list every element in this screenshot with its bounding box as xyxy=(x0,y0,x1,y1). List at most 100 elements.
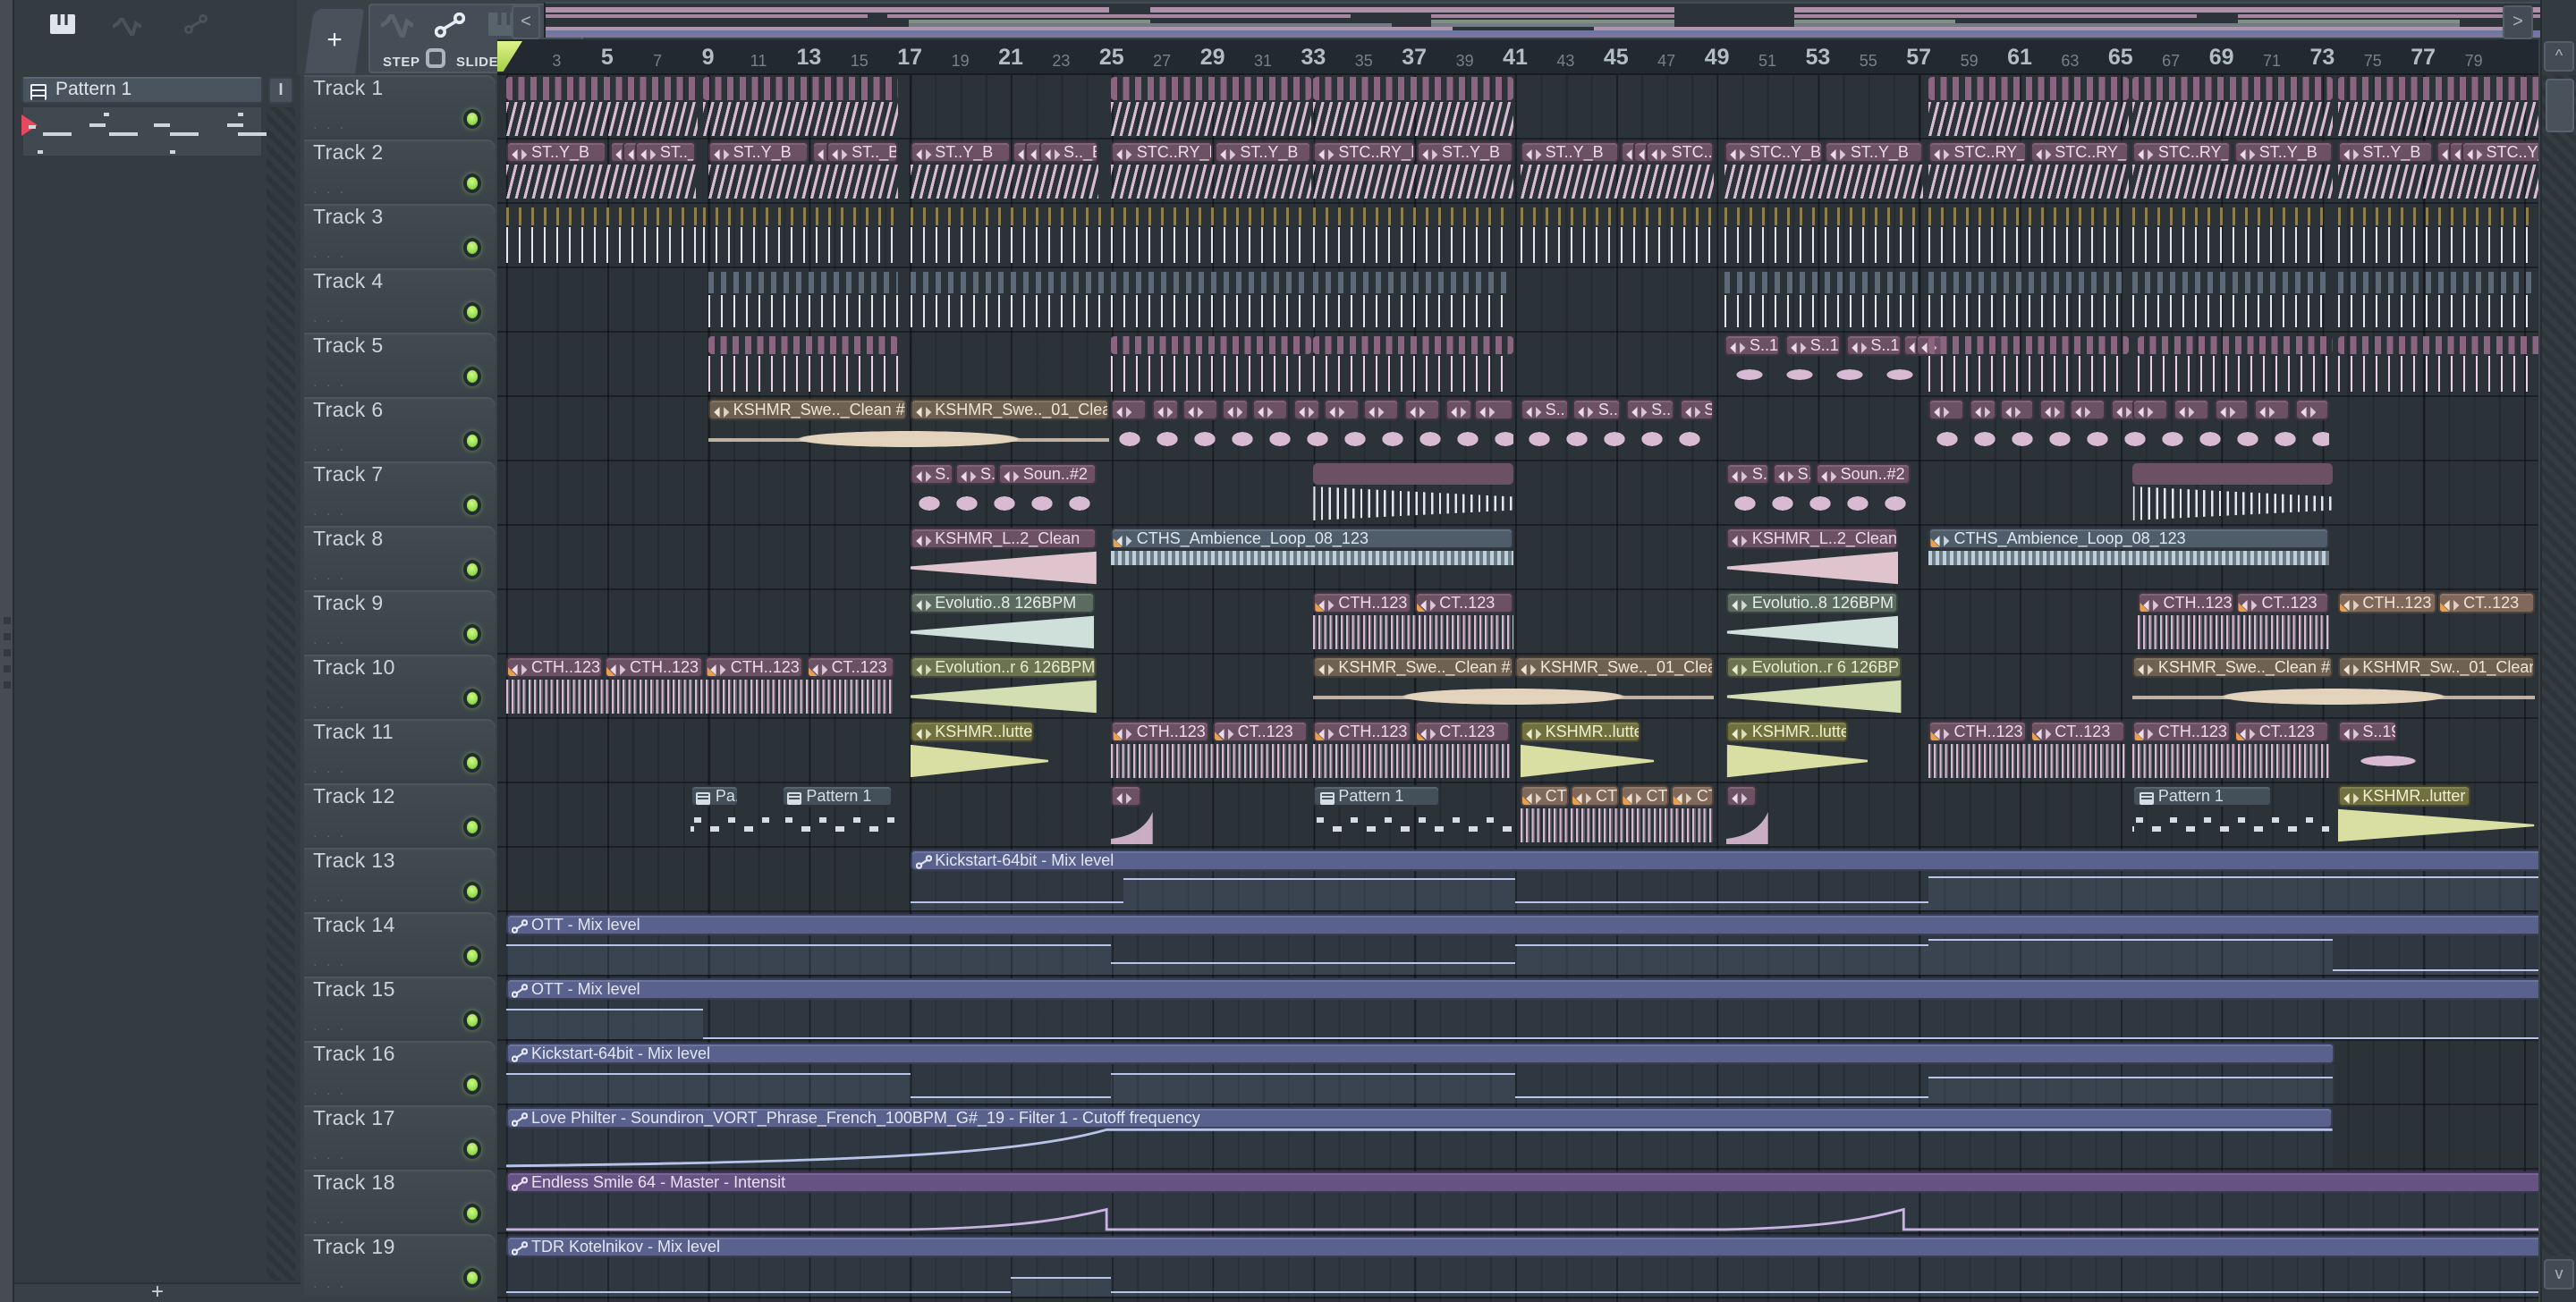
track-options-dots[interactable]: . . . xyxy=(313,438,346,454)
clip-name-bar[interactable]: S.. xyxy=(1726,463,1770,485)
clip-texture[interactable] xyxy=(910,207,1109,225)
vertical-scrollbar[interactable]: ^ v xyxy=(2540,0,2576,1302)
clip-name-bar[interactable]: STC..Y_B xyxy=(2461,141,2538,163)
tiny-audio-clip[interactable] xyxy=(2132,399,2169,420)
automation-clip-name[interactable]: TDR Kotelnikov - Mix level xyxy=(506,1235,2538,1256)
clip-name-bar[interactable]: CTH..123 xyxy=(604,656,703,678)
pattern-preview[interactable] xyxy=(21,106,267,157)
tiny-audio-clip[interactable] xyxy=(1292,399,1320,420)
tiny-audio-clip[interactable] xyxy=(1182,399,1218,420)
clip-name-bar[interactable]: CT..123 xyxy=(1414,721,1511,742)
clip-texture[interactable] xyxy=(2337,102,2538,136)
scroll-down-button[interactable]: v xyxy=(2544,1259,2574,1289)
clip-texture[interactable] xyxy=(506,77,699,100)
clip-name-bar[interactable]: CTH..123 xyxy=(1111,721,1210,742)
clip-name-bar[interactable]: KSHMR_Swe.._Clean #2 xyxy=(2132,656,2333,678)
pattern-selector[interactable]: Pattern 1 xyxy=(21,77,263,104)
pattern-clip[interactable]: Pattern 1 xyxy=(781,785,893,807)
clip-texture[interactable] xyxy=(1928,272,2129,293)
clip-texture[interactable] xyxy=(1313,77,1513,100)
track-header-track-15[interactable]: Track 15 . . . xyxy=(304,976,496,1039)
collapsed-browser-strip[interactable] xyxy=(0,0,14,1302)
clip-texture[interactable] xyxy=(1111,77,1311,100)
track-options-dots[interactable]: . . . xyxy=(313,503,346,519)
track-options-dots[interactable]: . . . xyxy=(313,181,346,197)
clip-texture[interactable] xyxy=(506,227,699,263)
clip-name-bar[interactable]: CT..123 xyxy=(2438,592,2535,613)
track-mute-led[interactable] xyxy=(463,109,481,129)
clip-name-bar[interactable]: KSHMR_Swe.._Clean #2 xyxy=(708,399,908,420)
track-mute-led[interactable] xyxy=(463,624,481,644)
clip-name-bar[interactable]: ST..Y_B xyxy=(1417,141,1513,163)
clip-texture[interactable] xyxy=(2132,102,2333,136)
clip-texture[interactable] xyxy=(1724,207,1924,225)
track-header-track-17[interactable]: Track 17 . . . xyxy=(304,1105,496,1168)
clip-name-bar[interactable]: KSHMR..lutter xyxy=(2337,785,2471,807)
clip-name-bar[interactable]: STC..RY_B xyxy=(1313,141,1415,163)
clip-texture[interactable] xyxy=(1928,336,2129,354)
clip-name-bar[interactable]: ST..Y_B xyxy=(708,141,809,163)
clip-name-bar[interactable]: CTH..123 xyxy=(1313,721,1412,742)
automation-clip-name[interactable]: Kickstart-64bit - Mix level xyxy=(910,849,2538,870)
track-options-dots[interactable]: . . . xyxy=(313,696,346,712)
tiny-audio-clip[interactable] xyxy=(1363,399,1400,420)
scroll-up-button[interactable]: ^ xyxy=(2544,41,2574,72)
tiny-audio-clip[interactable] xyxy=(1323,399,1360,420)
clip-texture[interactable] xyxy=(1111,336,1311,354)
clip-name-bar[interactable]: KSHMR_L..2_Clean xyxy=(1726,528,1899,549)
track-options-dots[interactable]: . . . xyxy=(313,631,346,647)
clip-texture[interactable] xyxy=(2337,207,2538,225)
step-toggle[interactable] xyxy=(426,48,445,68)
vertical-scroll-thumb[interactable] xyxy=(2546,79,2574,132)
automation-clip-name[interactable]: OTT - Mix level xyxy=(506,913,2538,934)
clip-texture[interactable] xyxy=(1111,356,1311,392)
clip-name-bar[interactable]: KSHMR_Swe.._01_Clea xyxy=(1515,656,1715,678)
clip-name-bar[interactable]: CT..123 xyxy=(2233,721,2330,742)
clip-texture[interactable] xyxy=(708,356,898,392)
track-mute-led[interactable] xyxy=(463,431,481,451)
track-header-track-3[interactable]: Track 3 . . . xyxy=(304,204,496,266)
clip-texture[interactable] xyxy=(1313,102,1513,136)
track-options-dots[interactable]: . . . xyxy=(313,374,346,390)
tiny-audio-clip[interactable] xyxy=(1222,399,1250,420)
tiny-audio-clip[interactable] xyxy=(2174,399,2209,420)
pattern-clip[interactable]: Pa..1 xyxy=(690,785,739,807)
track-header-track-12[interactable]: Track 12 . . . xyxy=(304,783,496,846)
automation-clip-name[interactable]: Endless Smile 64 - Master - Intensit xyxy=(506,1171,2538,1192)
clip-name-bar[interactable]: CTHS_Ambience_Loop_08_123 xyxy=(1111,528,1513,549)
arrangement-overview-scrollbar[interactable] xyxy=(544,2,2562,38)
clip-name-bar[interactable]: S..19 xyxy=(2337,721,2398,742)
track-mute-led[interactable] xyxy=(463,173,481,193)
clip-name-bar[interactable]: STC..Y_B xyxy=(1724,141,1823,163)
clip-name-bar[interactable]: ST..Y_B xyxy=(2233,141,2333,163)
track-options-dots[interactable]: . . . xyxy=(313,567,346,583)
tiny-audio-clip[interactable] xyxy=(1969,399,1996,420)
clip-name-bar[interactable]: ST..Y_B xyxy=(1825,141,1924,163)
clip-texture[interactable] xyxy=(506,207,699,225)
track-header-track-7[interactable]: Track 7 . . . xyxy=(304,461,496,524)
clip-texture[interactable] xyxy=(1313,272,1513,293)
clip-name-bar[interactable]: STC..Y_B xyxy=(1646,141,1715,163)
clip-name-bar[interactable]: CT..23 xyxy=(1671,785,1715,807)
clip-name-bar[interactable]: S.. xyxy=(1679,399,1715,420)
clip-texture[interactable] xyxy=(1313,207,1513,225)
clip-name-bar[interactable]: CT..123 xyxy=(1414,592,1513,613)
clip-texture[interactable] xyxy=(1111,272,1311,293)
clip-name-bar[interactable]: ST..Y_B xyxy=(506,141,607,163)
tiny-audio-clip[interactable] xyxy=(1474,399,1513,420)
track-header-track-10[interactable]: Track 10 . . . xyxy=(304,655,496,717)
clip-name-bar[interactable]: CTHS_Ambience_Loop_08_123 xyxy=(1928,528,2330,549)
track-header-track-2[interactable]: Track 2 . . . xyxy=(304,140,496,202)
clip-texture[interactable] xyxy=(2337,77,2538,100)
track-options-dots[interactable]: . . . xyxy=(313,953,346,969)
clip-name-bar[interactable]: STC..RY_B xyxy=(1928,141,2028,163)
track-mute-led[interactable] xyxy=(463,302,481,322)
track-header-track-5[interactable]: Track 5 . . . xyxy=(304,333,496,395)
clip-name-bar[interactable]: CTH..123 xyxy=(506,656,603,678)
tiny-audio-clip[interactable] xyxy=(1403,399,1440,420)
track-header-track-18[interactable]: Track 18 . . . xyxy=(304,1170,496,1232)
add-pattern-button[interactable]: + xyxy=(151,1279,164,1302)
clip-texture[interactable] xyxy=(1928,356,2129,392)
track-options-dots[interactable]: . . . xyxy=(313,1146,346,1162)
tiny-audio-clip[interactable] xyxy=(1928,399,1964,420)
